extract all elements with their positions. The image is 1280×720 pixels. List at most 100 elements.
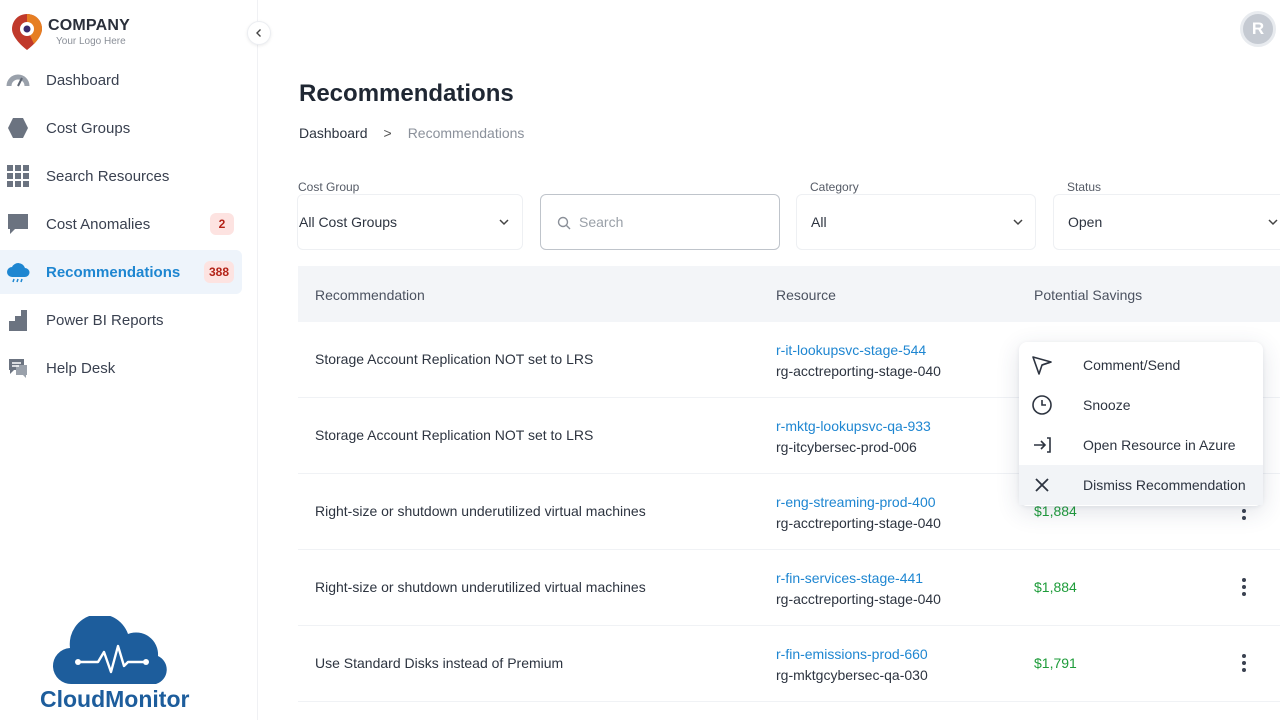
sidebar-item-label: Help Desk — [46, 359, 116, 377]
table-header: Recommendation Resource Potential Saving… — [298, 266, 1280, 322]
column-header-resource[interactable]: Resource — [776, 287, 836, 303]
sidebar-nav: Dashboard Cost Groups Search Resources C… — [0, 58, 258, 394]
sidebar-item-help-desk[interactable]: Help Desk — [0, 346, 242, 390]
recommendation-cell: Use Standard Disks instead of Premium — [315, 655, 564, 671]
status-label: Status — [1067, 180, 1102, 194]
resource-group: rg-itcybersec-prod-006 — [776, 439, 917, 455]
category-label: Category — [810, 180, 859, 194]
menu-item-snooze[interactable]: Snooze — [1019, 385, 1263, 425]
breadcrumb-dashboard-link[interactable]: Dashboard — [299, 125, 368, 141]
breadcrumb-current: Recommendations — [407, 125, 525, 141]
table-row[interactable]: Right-size or shutdown underutilized vir… — [298, 550, 1280, 626]
resource-cell: r-mktg-lookupsvc-qa-933 rg-itcybersec-pr… — [776, 416, 931, 458]
breadcrumb-separator: > — [383, 125, 392, 141]
resource-link[interactable]: r-fin-emissions-prod-660 — [776, 644, 928, 665]
savings-cell: $1,884 — [1034, 579, 1077, 595]
send-icon — [1032, 356, 1052, 375]
menu-item-label: Open Resource in Azure — [1083, 437, 1236, 453]
recommendation-cell: Right-size or shutdown underutilized vir… — [315, 503, 646, 519]
sidebar-item-label: Search Resources — [46, 167, 170, 185]
table-row[interactable]: Use Standard Disks instead of Premium r-… — [298, 626, 1280, 702]
user-avatar[interactable]: R — [1240, 11, 1276, 47]
filters-bar: Cost Group All Cost Groups Search Catego… — [297, 180, 1280, 264]
menu-item-label: Snooze — [1083, 397, 1131, 413]
menu-item-comment-send[interactable]: Comment/Send — [1019, 345, 1263, 385]
sidebar-item-cost-anomalies[interactable]: Cost Anomalies 2 — [0, 202, 242, 246]
cloud-pulse-logo-icon — [52, 616, 167, 685]
resource-group: rg-mktgcybersec-qa-030 — [776, 667, 928, 683]
column-header-recommendation[interactable]: Recommendation — [315, 287, 425, 303]
page-title: Recommendations — [299, 80, 514, 107]
recommendation-cell: Storage Account Replication NOT set to L… — [315, 351, 594, 367]
search-placeholder: Search — [579, 214, 624, 230]
category-select[interactable]: All — [796, 194, 1036, 250]
sidebar-item-label: Recommendations — [46, 263, 181, 281]
resource-cell: r-fin-services-stage-441 rg-acctreportin… — [776, 568, 941, 610]
sidebar-item-recommendations[interactable]: Recommendations 388 — [0, 250, 242, 294]
recommendations-table: Recommendation Resource Potential Saving… — [298, 266, 1280, 702]
menu-item-label: Comment/Send — [1083, 357, 1181, 373]
resource-link[interactable]: r-it-lookupsvc-stage-544 — [776, 340, 941, 361]
chat-bubble-icon — [6, 213, 30, 235]
row-actions-menu: Comment/Send Snooze Open Resource in Azu… — [1019, 342, 1263, 506]
gauge-icon — [6, 69, 30, 91]
chevron-down-icon — [1268, 219, 1278, 226]
sidebar-item-label: Power BI Reports — [46, 311, 164, 329]
sidebar-item-search-resources[interactable]: Search Resources — [0, 154, 242, 198]
recommendation-cell: Right-size or shutdown underutilized vir… — [315, 579, 646, 595]
bar-chart-icon — [6, 309, 30, 331]
company-name: COMPANY — [48, 17, 130, 34]
menu-item-dismiss-recommendation[interactable]: Dismiss Recommendation — [1019, 465, 1263, 505]
menu-item-open-resource-in-azure[interactable]: Open Resource in Azure — [1019, 425, 1263, 465]
sidebar-item-dashboard[interactable]: Dashboard — [0, 58, 242, 102]
open-external-icon — [1034, 437, 1051, 453]
help-chat-icon — [6, 357, 30, 379]
chevron-down-icon — [499, 219, 509, 226]
row-actions-menu-button[interactable] — [1238, 576, 1250, 598]
grid-icon — [6, 165, 30, 187]
search-icon — [557, 216, 571, 230]
column-header-potential-savings[interactable]: Potential Savings — [1034, 287, 1142, 303]
cloudmonitor-brand: CloudMonitor — [40, 616, 200, 716]
recommendations-count-badge: 388 — [203, 261, 234, 283]
resource-link[interactable]: r-mktg-lookupsvc-qa-933 — [776, 416, 931, 437]
chevron-down-icon — [1013, 219, 1023, 226]
cost-group-value: All Cost Groups — [299, 214, 398, 230]
product-name: CloudMonitor — [40, 686, 190, 712]
status-select[interactable]: Open — [1053, 194, 1280, 250]
chevron-left-icon — [256, 29, 261, 37]
savings-cell: $1,791 — [1034, 655, 1077, 671]
logo-pin-icon — [10, 12, 44, 52]
cloud-icon — [6, 261, 30, 283]
resource-cell: r-it-lookupsvc-stage-544 rg-acctreportin… — [776, 340, 941, 382]
collapse-sidebar-button[interactable] — [247, 21, 271, 45]
sidebar-item-label: Cost Groups — [46, 119, 131, 137]
sidebar: COMPANY Your Logo Here Dashboard Cost Gr… — [0, 0, 258, 720]
breadcrumb: Dashboard > Recommendations — [299, 125, 524, 141]
sidebar-item-power-bi-reports[interactable]: Power BI Reports — [0, 298, 242, 342]
status-value: Open — [1068, 214, 1103, 230]
recommendation-cell: Storage Account Replication NOT set to L… — [315, 427, 594, 443]
anomalies-count-badge: 2 — [210, 213, 234, 235]
menu-item-label: Dismiss Recommendation — [1083, 477, 1246, 493]
sidebar-item-label: Cost Anomalies — [46, 215, 151, 233]
sidebar-item-cost-groups[interactable]: Cost Groups — [0, 106, 242, 150]
clock-icon — [1032, 395, 1052, 415]
resource-cell: r-fin-emissions-prod-660 rg-mktgcybersec… — [776, 644, 928, 686]
resource-group: rg-acctreporting-stage-040 — [776, 515, 941, 531]
row-actions-menu-button[interactable] — [1238, 652, 1250, 674]
sidebar-item-label: Dashboard — [46, 71, 120, 89]
company-logo[interactable]: COMPANY Your Logo Here — [10, 12, 130, 52]
resource-group: rg-acctreporting-stage-040 — [776, 363, 941, 379]
search-input[interactable]: Search — [540, 194, 780, 250]
resource-link[interactable]: r-eng-streaming-prod-400 — [776, 492, 941, 513]
resource-link[interactable]: r-fin-services-stage-441 — [776, 568, 941, 589]
close-icon — [1035, 478, 1049, 492]
resource-cell: r-eng-streaming-prod-400 rg-acctreportin… — [776, 492, 941, 534]
category-value: All — [811, 214, 827, 230]
company-tagline: Your Logo Here — [56, 36, 126, 47]
hexagon-icon — [6, 117, 30, 139]
resource-group: rg-acctreporting-stage-040 — [776, 591, 941, 607]
cost-group-label: Cost Group — [298, 180, 360, 194]
cost-group-select[interactable]: All Cost Groups — [297, 194, 523, 250]
